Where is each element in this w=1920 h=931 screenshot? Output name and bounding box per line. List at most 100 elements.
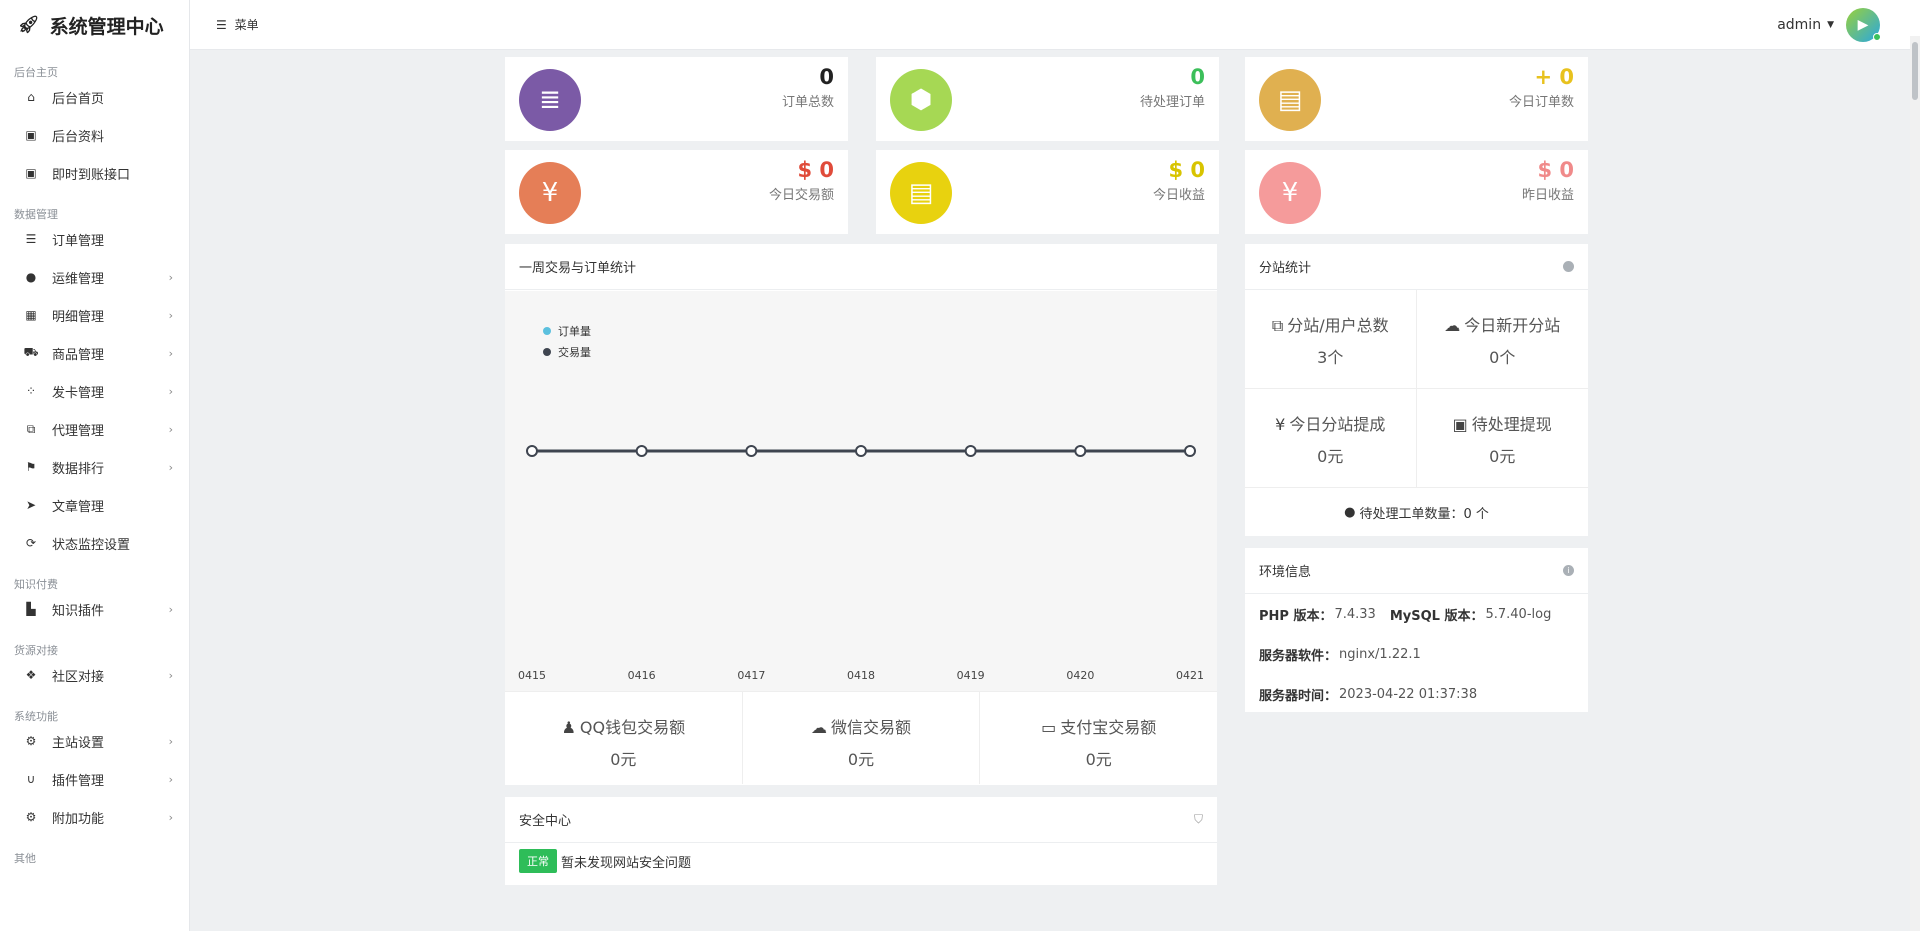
sidebar-item[interactable]: ∪ 插件管理 › bbox=[0, 760, 189, 798]
sidebar-section-title: 数据管理 bbox=[14, 208, 58, 221]
avatar[interactable]: ▶ bbox=[1846, 8, 1881, 42]
security-panel: 安全中心 ⛉ 正常 暂未发现网站安全问题 bbox=[505, 797, 1217, 885]
payment-stat: ♟ QQ钱包交易额 0元 bbox=[505, 692, 743, 784]
sidebar-item[interactable]: ⚙ 附加功能 › bbox=[0, 798, 189, 836]
sidebar-item-label: 附加功能 bbox=[52, 811, 105, 827]
id-card-icon: ▣ bbox=[25, 166, 37, 180]
stat-card: ¥ $ 0 今日交易额 bbox=[505, 150, 848, 234]
stat-label: 今日收益 bbox=[1152, 188, 1205, 203]
menu-toggle-button[interactable]: ☰ 菜单 bbox=[216, 16, 259, 33]
chevron-right-icon: › bbox=[168, 346, 173, 360]
username: admin bbox=[1777, 17, 1822, 33]
server-software: nginx/1.22.1 bbox=[1339, 646, 1421, 662]
sidebar-section-title: 系统功能 bbox=[14, 710, 58, 723]
stat-label: 昨日收益 bbox=[1521, 188, 1574, 203]
sidebar-item-label: 订单管理 bbox=[52, 233, 105, 249]
sidebar-section-title: 知识付费 bbox=[14, 578, 58, 591]
sitemap-icon: ⧉ bbox=[26, 421, 36, 436]
substation-stat-label: 待处理提现 bbox=[1471, 415, 1552, 434]
chevron-right-icon: › bbox=[168, 668, 173, 682]
sidebar-item[interactable]: ▣ 后台资料 bbox=[0, 116, 189, 154]
legend-swatch bbox=[543, 348, 551, 356]
sidebar-item-label: 文章管理 bbox=[52, 499, 105, 515]
chart-area: 订单量 交易量 0415 0416 0417 0418 0419 0420 0421 bbox=[505, 291, 1217, 691]
brand[interactable]: 🚀︎ 系统管理中心 bbox=[0, 0, 189, 50]
yen-icon: ¥ bbox=[1259, 162, 1321, 224]
ticket-count-text: 待处理工单数量：0 个 bbox=[1359, 506, 1489, 522]
sidebar-item[interactable]: ⁘ 发卡管理 › bbox=[0, 372, 189, 410]
id-card-icon: ▣ bbox=[25, 128, 37, 142]
list-ol-icon: ≣ bbox=[519, 69, 581, 131]
sidebar-item[interactable]: ⚑ 数据排行 › bbox=[0, 448, 189, 486]
sidebar-item[interactable]: ▣ 即时到账接口 bbox=[0, 154, 189, 192]
data-point[interactable] bbox=[964, 445, 977, 457]
stat-label: 订单总数 bbox=[781, 95, 834, 110]
payment-label: 微信交易额 bbox=[831, 718, 912, 737]
server-label: 服务器软件： bbox=[1259, 648, 1338, 664]
security-status: 正常 暂未发现网站安全问题 bbox=[505, 843, 1217, 879]
menu-label: 菜单 bbox=[234, 18, 259, 32]
legend-item[interactable]: 订单量 bbox=[543, 325, 591, 338]
stat-value: $ 0 bbox=[1537, 158, 1574, 182]
substation-stat-label: 分站/用户总数 bbox=[1287, 316, 1389, 335]
security-title: 安全中心 bbox=[519, 814, 572, 829]
stat-label: 待处理订单 bbox=[1139, 95, 1205, 110]
sidebar-item-label: 社区对接 bbox=[52, 669, 105, 685]
sidebar-item[interactable]: ▦ 明细管理 › bbox=[0, 296, 189, 334]
cart-icon: ⛟ bbox=[23, 345, 39, 359]
menu-icon: ☰ bbox=[216, 18, 227, 32]
chevron-right-icon: › bbox=[168, 734, 173, 748]
substation-stat-value: 3个 bbox=[1317, 348, 1344, 367]
sidebar-section-title: 后台主页 bbox=[14, 66, 58, 79]
scrollbar-thumb[interactable] bbox=[1912, 42, 1918, 100]
legend-item[interactable]: 交易量 bbox=[543, 345, 591, 359]
stat-label: 今日交易额 bbox=[768, 188, 834, 203]
stat-card: ▤ + 0 今日订单数 bbox=[1245, 57, 1588, 141]
data-point[interactable] bbox=[1074, 445, 1087, 457]
stat-card: ¥ $ 0 昨日收益 bbox=[1245, 150, 1588, 234]
sidebar-item[interactable]: ⚙ 主站设置 › bbox=[0, 722, 189, 760]
sidebar-item-label: 发卡管理 bbox=[52, 385, 105, 401]
data-point[interactable] bbox=[745, 445, 758, 457]
substation-panel: 分站统计 ⧉ 分站/用户总数 3个 ☁ 今日新开分站 0个 ¥ 今日分站提成 0元 ▣ 待处理提现 0… bbox=[1245, 244, 1588, 536]
sidebar-item[interactable]: ▙ 知识插件 › bbox=[0, 590, 189, 628]
qq-icon: ♟ bbox=[561, 718, 576, 737]
page-scrollbar[interactable] bbox=[1910, 36, 1920, 931]
briefcase-icon: ▤ bbox=[890, 162, 952, 224]
data-point[interactable] bbox=[1184, 445, 1196, 457]
money-icon: ▣ bbox=[1452, 415, 1468, 434]
magnet-icon: ∪ bbox=[26, 772, 36, 786]
sidebar-item[interactable]: ➤ 文章管理 bbox=[0, 486, 189, 524]
sidebar-item[interactable]: ⛟ 商品管理 › bbox=[0, 334, 189, 372]
payment-value: 0元 bbox=[847, 750, 875, 769]
x-tick-label: 0420 bbox=[1066, 669, 1094, 682]
sidebar-item-label: 后台首页 bbox=[52, 91, 105, 107]
substation-stat-value: 0个 bbox=[1489, 348, 1516, 367]
sidebar-item[interactable]: ☰ 订单管理 bbox=[0, 220, 189, 258]
cube-icon: ⬢ bbox=[890, 69, 952, 131]
chart-panel-header: 一周交易与订单统计 bbox=[505, 244, 1217, 290]
user-menu[interactable]: admin ▼ ▶ bbox=[1777, 0, 1881, 50]
data-point[interactable] bbox=[855, 445, 867, 457]
sidebar-nav: 后台主页 ⌂ 后台首页 ▣ 后台资料 ▣ 即时到账接口数据管理 ☰ 订单管理 ● 运维管理 › ▦ 明细管… bbox=[0, 50, 189, 865]
chevron-right-icon: › bbox=[168, 602, 173, 616]
data-point[interactable] bbox=[526, 445, 538, 457]
sidebar-item[interactable]: ⟳ 状态监控设置 bbox=[0, 524, 189, 562]
cubes-icon: ❖ bbox=[25, 668, 37, 682]
flag-icon: ⚑ bbox=[25, 460, 37, 474]
x-tick-label: 0417 bbox=[737, 669, 765, 682]
sidebar-item[interactable]: ● 运维管理 › bbox=[0, 258, 189, 296]
payment-value: 0元 bbox=[610, 750, 637, 769]
mysql-label: MySQL 版本： bbox=[1389, 608, 1484, 624]
chevron-right-icon: › bbox=[168, 270, 173, 284]
stat-value: 0 bbox=[1190, 65, 1205, 89]
sidebar-item[interactable]: ⌂ 后台首页 bbox=[0, 78, 189, 116]
data-point[interactable] bbox=[635, 445, 648, 457]
legend-label: 订单量 bbox=[558, 325, 591, 338]
chevron-right-icon: › bbox=[168, 460, 173, 474]
x-tick-label: 0415 bbox=[518, 669, 546, 682]
payment-stat: ☁ 微信交易额 0元 bbox=[743, 692, 981, 784]
sidebar-item[interactable]: ❖ 社区对接 › bbox=[0, 656, 189, 694]
sidebar-item[interactable]: ⧉ 代理管理 › bbox=[0, 410, 189, 448]
info-icon: i bbox=[1563, 565, 1574, 576]
